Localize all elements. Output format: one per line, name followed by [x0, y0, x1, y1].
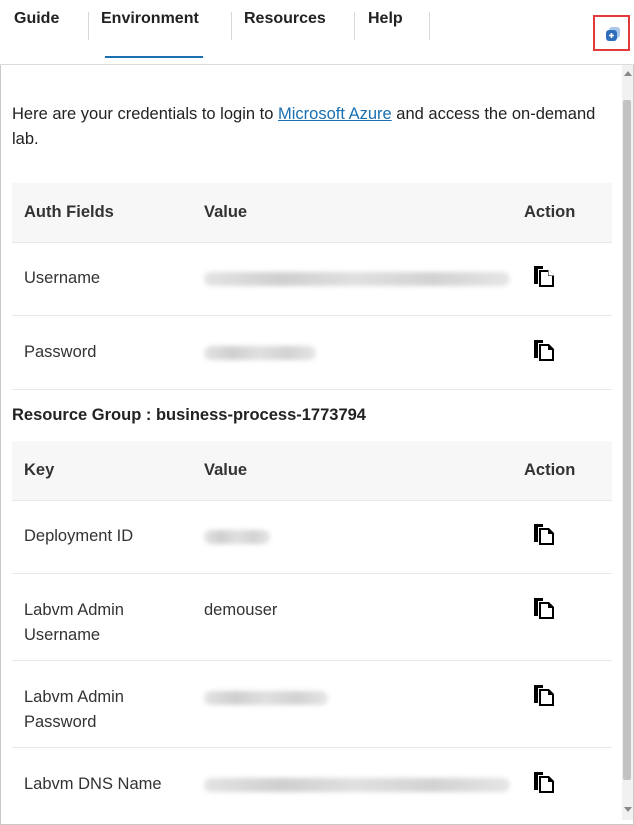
labvm-dns-value-redacted[interactable]: [204, 778, 510, 792]
resource-group-title: Resource Group : business-process-177379…: [12, 406, 366, 424]
copy-icon[interactable]: [531, 769, 557, 795]
column-header-action: Action: [524, 203, 576, 221]
scroll-up-arrow-icon[interactable]: [624, 71, 632, 76]
auth-field-label: Password: [24, 343, 97, 361]
resource-key-line-2: Username: [24, 626, 101, 644]
resource-key-label: Labvm Admin Password: [24, 685, 124, 735]
labvm-password-value-redacted[interactable]: [204, 691, 328, 705]
resource-key-label: Deployment ID: [24, 527, 134, 545]
resource-key-label: Labvm Admin Username: [24, 598, 124, 648]
intro-text-before: Here are your credentials to login to: [12, 105, 278, 123]
open-in-new-icon: [606, 27, 620, 41]
username-value-redacted[interactable]: [204, 272, 510, 286]
tab-guide[interactable]: Guide: [14, 10, 59, 30]
tab-separator: [88, 12, 89, 40]
labvm-username-value: demouser: [204, 601, 278, 619]
scroll-thumb[interactable]: [623, 100, 631, 780]
tab-help[interactable]: Help: [368, 10, 403, 30]
column-header-auth-fields: Auth Fields: [24, 203, 114, 221]
auth-field-label: Username: [24, 269, 101, 287]
resource-key-line-1: Labvm Admin: [24, 601, 124, 619]
copy-icon[interactable]: [531, 521, 557, 547]
copy-icon[interactable]: [531, 337, 557, 363]
column-header-value: Value: [204, 461, 248, 479]
auth-table: Auth Fields Value Action Username Passwo…: [12, 183, 612, 390]
tab-separator: [231, 12, 232, 40]
copy-icon[interactable]: [531, 263, 557, 289]
column-header-value: Value: [204, 203, 248, 221]
deployment-id-value-redacted[interactable]: [204, 530, 270, 544]
table-row: Labvm Admin Password: [12, 661, 612, 748]
column-header-action: Action: [524, 461, 576, 479]
resource-key-label: Labvm DNS Name: [24, 775, 162, 793]
tab-resources[interactable]: Resources: [244, 10, 326, 30]
tab-bar: Guide Environment Resources Help: [0, 0, 634, 65]
scrollbar[interactable]: [622, 65, 633, 820]
active-tab-indicator: [105, 56, 203, 58]
table-row: Labvm Admin Username demouser: [12, 574, 612, 661]
tab-environment[interactable]: Environment: [101, 10, 199, 30]
table-row: Password: [12, 316, 612, 390]
copy-icon[interactable]: [531, 595, 557, 621]
resource-key-line-2: Password: [24, 713, 97, 731]
table-header-row: Key Value Action: [12, 441, 612, 501]
password-value-redacted[interactable]: [204, 346, 316, 360]
column-header-key: Key: [24, 461, 55, 479]
table-row: Username: [12, 243, 612, 316]
table-row: Deployment ID: [12, 501, 612, 574]
microsoft-azure-link[interactable]: Microsoft Azure: [278, 105, 392, 123]
open-in-new-window-button[interactable]: [593, 15, 630, 51]
table-header-row: Auth Fields Value Action: [12, 183, 612, 243]
intro-text: Here are your credentials to login to Mi…: [12, 102, 608, 152]
tab-separator: [429, 12, 430, 40]
tab-separator: [354, 12, 355, 40]
copy-icon[interactable]: [531, 682, 557, 708]
resource-table: Key Value Action Deployment ID Labvm Adm…: [12, 441, 612, 822]
scroll-down-arrow-icon[interactable]: [624, 807, 632, 812]
resource-key-line-1: Labvm Admin: [24, 688, 124, 706]
table-row: Labvm DNS Name: [12, 748, 612, 822]
